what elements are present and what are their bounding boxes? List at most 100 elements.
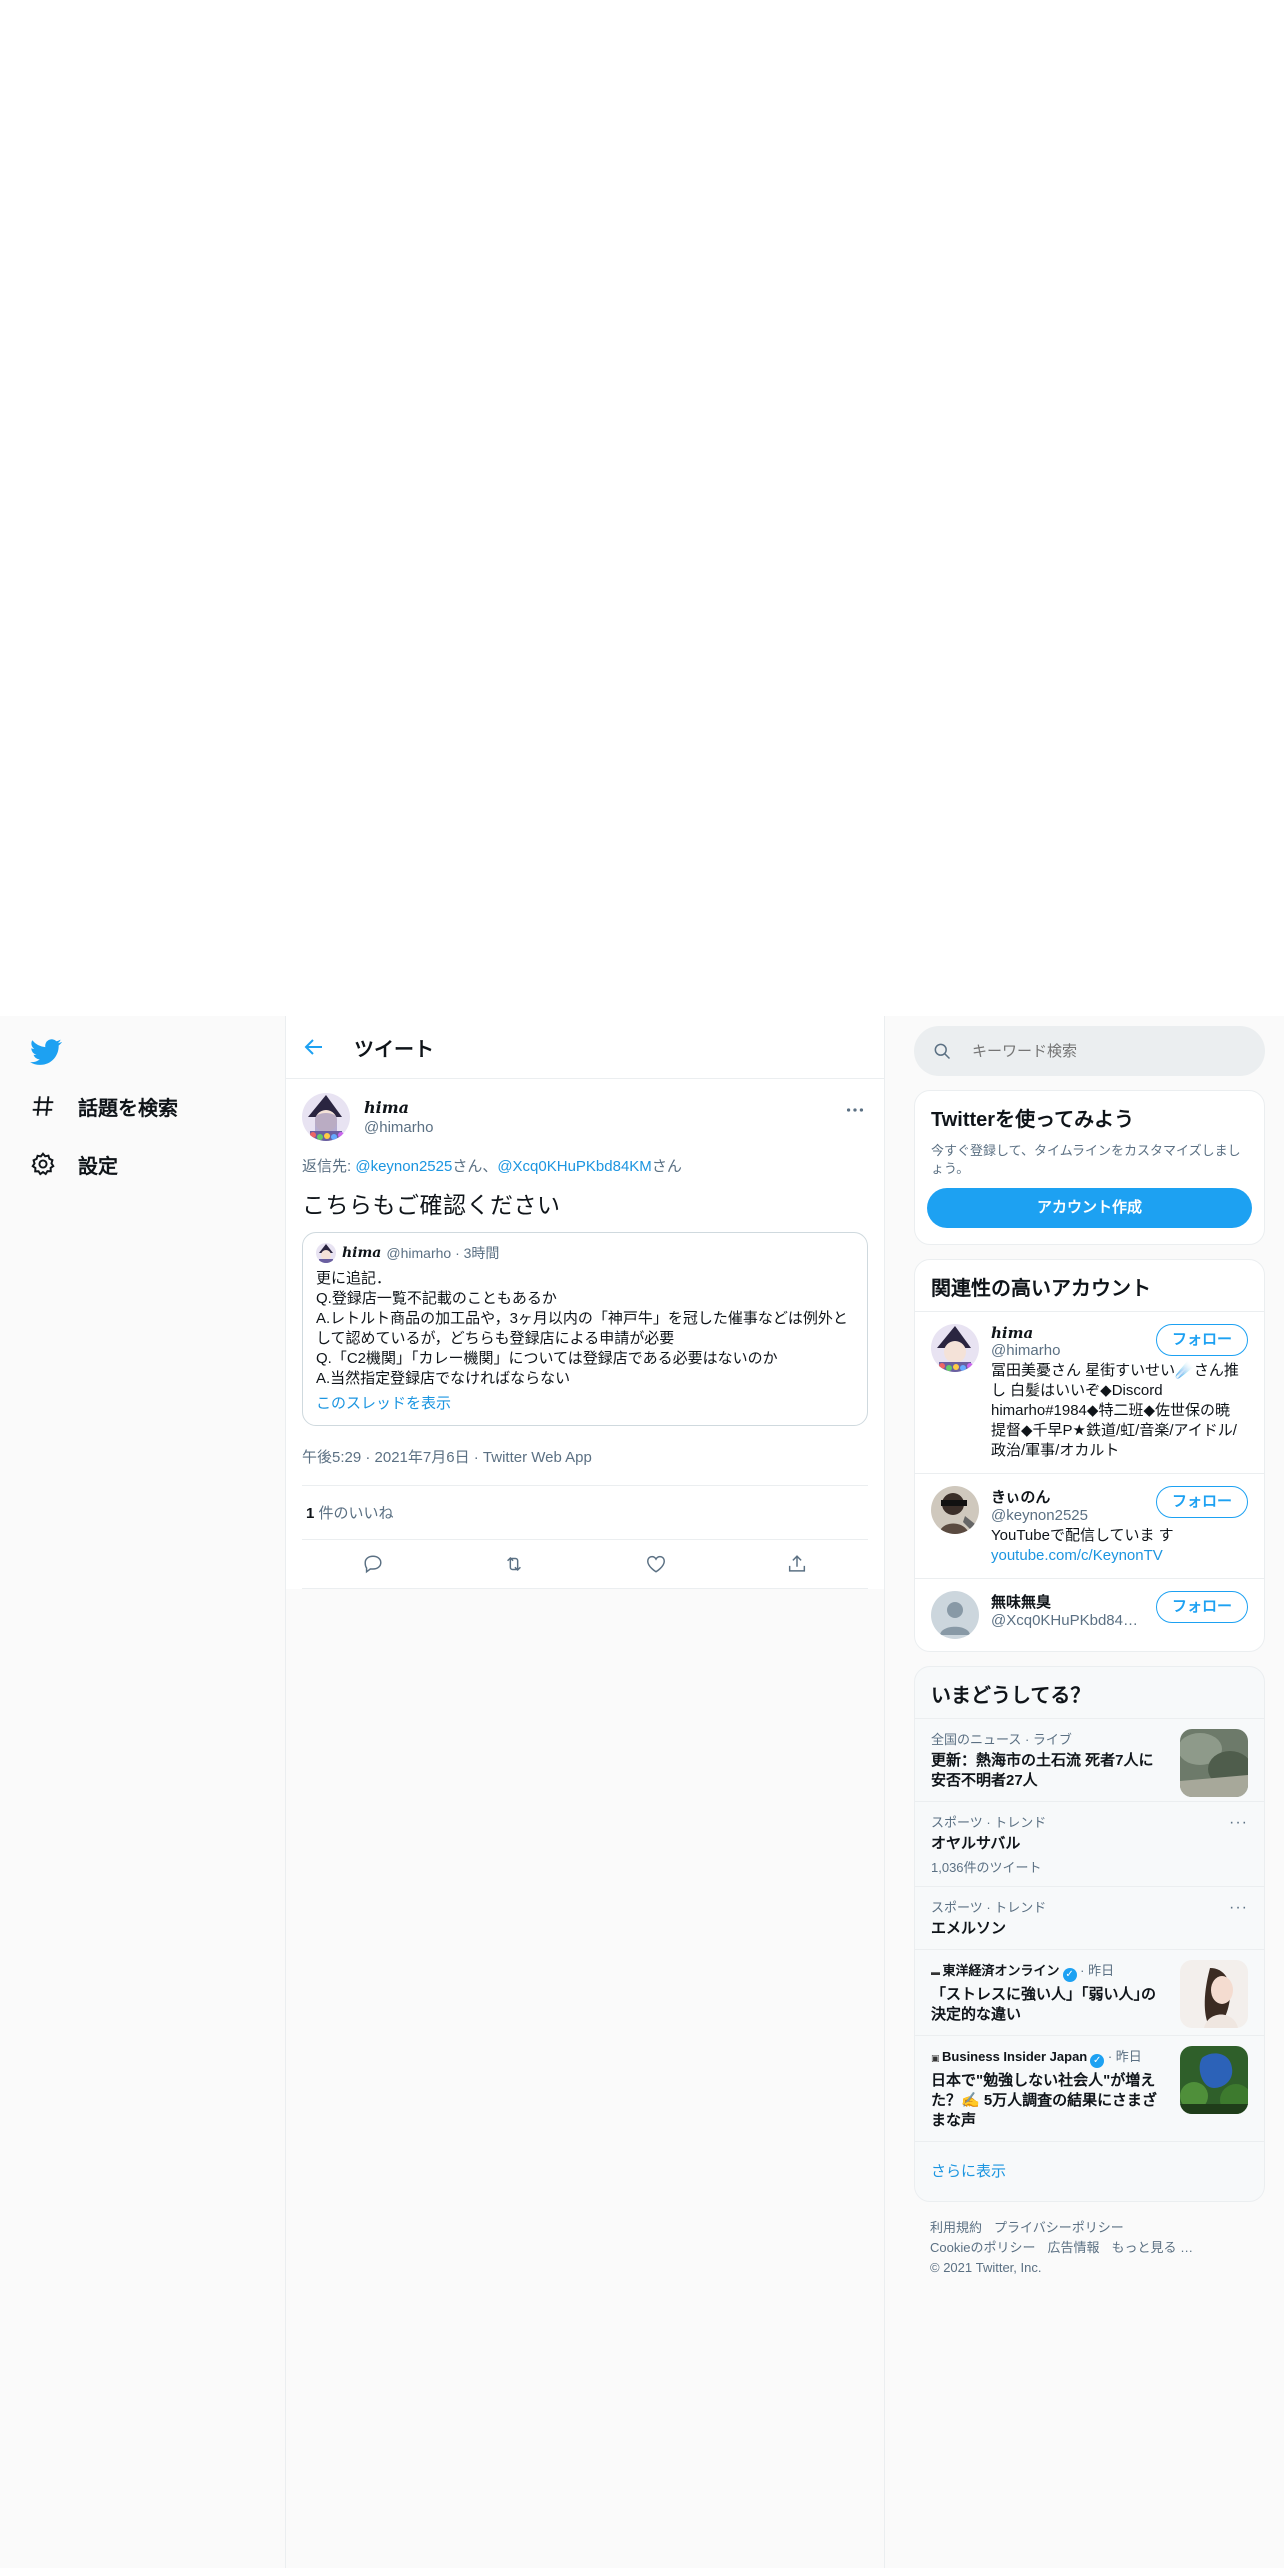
reply-user-link[interactable]: @keynon2525 xyxy=(355,1158,452,1175)
tweet-timestamp[interactable]: 午後5:29 · 2021年7月6日 · Twitter Web App xyxy=(302,1446,868,1486)
footer-terms-link[interactable]: 利用規約 xyxy=(930,2220,982,2235)
search-input[interactable] xyxy=(970,1041,1224,1061)
trend-item[interactable]: スポーツ · トレンド エメルソン ··· xyxy=(915,1886,1264,1949)
reply-user-link[interactable]: @Xcq0KHuPKbd84KM xyxy=(497,1158,651,1175)
follow-button[interactable]: フォロー xyxy=(1156,1324,1248,1356)
footer-copyright: © 2021 Twitter, Inc. xyxy=(930,2260,1042,2275)
create-account-button[interactable]: アカウント作成 xyxy=(927,1188,1252,1228)
trend-tweet-count: 1,036件のツイート xyxy=(931,1860,1042,1875)
nav-settings[interactable]: 設定 xyxy=(30,1142,118,1186)
account-handle[interactable]: @keynon2525 xyxy=(991,1507,1141,1524)
source-logo-icon: ▣ xyxy=(931,2053,943,2063)
more-options-icon[interactable] xyxy=(844,1099,866,1121)
nav-explore-label: 話題を検索 xyxy=(78,1097,178,1120)
reply-suffix: さん xyxy=(651,1158,682,1175)
avatar[interactable] xyxy=(931,1324,979,1372)
source-logo-icon: ▬ xyxy=(931,1967,943,1977)
signup-card: Twitterを使ってみよう 今すぐ登録して、タイムラインをカスタマイズしましょ… xyxy=(914,1090,1265,1245)
left-nav: 話題を検索 設定 xyxy=(0,1016,285,2568)
footer-ads-link[interactable]: 広告情報 xyxy=(1047,2240,1099,2255)
trend-source-name: 東洋経済オンライン xyxy=(942,1963,1060,1978)
hashtag-icon xyxy=(32,1096,54,1116)
verified-badge-icon: ✓ xyxy=(1062,1968,1077,1982)
trends-title: いまどうしてる？ xyxy=(931,1685,1091,1707)
trend-thumbnail xyxy=(1180,2046,1248,2114)
trend-category: スポーツ · トレンド xyxy=(931,1900,1047,1915)
account-item[interactable]: 無味無臭 @Xcq0KHuPKbd84KM フォロー xyxy=(915,1579,1264,1651)
reply-icon[interactable] xyxy=(362,1553,384,1575)
reply-prefix: 返信先: xyxy=(302,1158,356,1175)
retweet-icon[interactable] xyxy=(503,1553,525,1575)
likes-label: 件のいいね xyxy=(314,1505,394,1522)
footer-privacy-link[interactable]: プライバシーポリシー xyxy=(994,2220,1124,2235)
trend-item[interactable]: スポーツ · トレンド オヤルサバル 1,036件のツイート ··· xyxy=(915,1801,1264,1886)
author-handle[interactable]: @himarho xyxy=(364,1119,433,1136)
tweet: 𝒉𝒊𝒎𝒂 @himarho 返信先: @keynon2525さん、@Xcq0KH… xyxy=(286,1079,884,1589)
avatar[interactable] xyxy=(931,1486,979,1534)
quote-meta: @himarho · 3時間 xyxy=(386,1245,500,1261)
account-bio-link[interactable]: youtube.com/c/KeynonTV xyxy=(991,1547,1163,1564)
trend-thumbnail xyxy=(1180,1960,1248,2028)
quoted-tweet[interactable]: 𝒉𝒊𝒎𝒂 @himarho · 3時間 更に追記． Q.登録店一覧不記載のことも… xyxy=(302,1232,868,1426)
signup-title: Twitterを使ってみよう xyxy=(931,1109,1135,1131)
trend-item[interactable]: ▣ Business Insider Japan ✓ · 昨日 日本で"勉強しない… xyxy=(915,2035,1264,2141)
account-bio: YouTubeで配信していま す youtube.com/c/KeynonTV xyxy=(991,1526,1248,1566)
nav-settings-label: 設定 xyxy=(78,1155,118,1178)
more-options-icon[interactable]: ··· xyxy=(1229,1899,1248,1917)
show-more-link[interactable]: さらに表示 xyxy=(915,2141,1264,2201)
footer: 利用規約 プライバシーポリシー Cookieのポリシー 広告情報 もっと見る … © … xyxy=(914,2202,1265,2294)
account-item[interactable]: 𝒉𝒊𝒎𝒂 @himarho 冨田美憂さん 星街すいせい☄️さん推し 白髪はいいぞ… xyxy=(915,1312,1264,1474)
account-handle[interactable]: @himarho xyxy=(991,1342,1141,1359)
trend-time: · 昨日 xyxy=(1104,2049,1142,2064)
account-bio: 冨田美憂さん 星街すいせい☄️さん推し 白髪はいいぞ◆Discord himar… xyxy=(991,1362,1239,1459)
share-icon[interactable] xyxy=(786,1553,808,1575)
follow-button[interactable]: フォロー xyxy=(1156,1591,1248,1623)
trend-item[interactable]: 全国のニュース · ライブ 更新：熱海市の土石流 死者7人に 安否不明者27人 xyxy=(915,1718,1264,1801)
tweet-actions xyxy=(302,1540,868,1589)
search-box[interactable] xyxy=(914,1026,1265,1076)
trend-category: スポーツ · トレンド xyxy=(931,1815,1047,1830)
reply-suffix: さん、 xyxy=(452,1158,498,1175)
more-options-icon[interactable]: ··· xyxy=(1229,1814,1248,1832)
quote-line: して認めているが，どちらも登録店による申請が必要 xyxy=(316,1330,675,1347)
like-heart-icon[interactable] xyxy=(645,1553,667,1575)
trend-title: 更新：熱海市の土石流 死者7人に 安否不明者27人 xyxy=(931,1752,1154,1789)
trend-title: 日本で"勉強しない社会人"が増えた？✍️ 5万人調査の結果にさまざまな声 xyxy=(931,2072,1157,2129)
footer-more-link[interactable]: もっと見る … xyxy=(1111,2240,1193,2255)
author-display-name[interactable]: 𝒉𝒊𝒎𝒂 xyxy=(364,1098,433,1117)
quote-line: Q.登録店一覧不記載のこともあるか xyxy=(316,1290,557,1307)
avatar[interactable] xyxy=(302,1093,350,1141)
reply-to-line: 返信先: @keynon2525さん、@Xcq0KHuPKbd84KMさん xyxy=(302,1155,868,1176)
trend-source: ▣ Business Insider Japan ✓ · 昨日 xyxy=(931,2046,1164,2068)
trend-category: 全国のニュース · ライブ xyxy=(931,1732,1072,1747)
nav-explore[interactable]: 話題を検索 xyxy=(30,1084,178,1128)
show-more-label[interactable]: さらに表示 xyxy=(931,2163,1006,2180)
account-bio-text: YouTubeで配信していま す xyxy=(991,1527,1174,1544)
back-arrow-icon[interactable] xyxy=(302,1035,326,1059)
trend-source-name: Business Insider Japan xyxy=(942,2049,1088,2064)
signup-description: 今すぐ登録して、タイムラインをカスタマイズしましょう。 xyxy=(931,1143,1241,1176)
twitter-bird-icon[interactable] xyxy=(30,1036,62,1068)
trend-title: オヤルサバル xyxy=(931,1835,1021,1852)
right-sidebar: Twitterを使ってみよう 今すぐ登録して、タイムラインをカスタマイズしましょ… xyxy=(914,1016,1265,2294)
trend-item[interactable]: ▬ 東洋経済オンライン ✓ · 昨日 「ストレスに強い人」｢弱い人｣の決定的な違い xyxy=(915,1949,1264,2035)
quote-line: A.当然指定登録店でなければならない xyxy=(316,1370,571,1387)
show-thread-link[interactable]: このスレッドを表示 xyxy=(316,1392,854,1413)
account-item[interactable]: きぃのん @keynon2525 YouTubeで配信していま すyoutube… xyxy=(915,1474,1264,1579)
gear-icon xyxy=(31,1152,55,1176)
quote-avatar xyxy=(316,1243,336,1263)
trend-time: · 昨日 xyxy=(1076,1963,1115,1978)
trend-title: 「ストレスに強い人」｢弱い人｣の決定的な違い xyxy=(931,1986,1157,2023)
quote-line: 更に追記． xyxy=(316,1270,392,1287)
footer-cookie-link[interactable]: Cookieのポリシー xyxy=(930,2240,1035,2255)
default-avatar[interactable] xyxy=(931,1591,979,1639)
related-accounts-card: 関連性の高いアカウント 𝒉𝒊𝒎𝒂 @himarho 冨田美憂さん 星街すいせい☄… xyxy=(914,1259,1265,1652)
account-handle[interactable]: @Xcq0KHuPKbd84KM xyxy=(991,1612,1141,1629)
verified-badge-icon: ✓ xyxy=(1090,2054,1105,2068)
trends-card: いまどうしてる？ 全国のニュース · ライブ 更新：熱海市の土石流 死者7人に … xyxy=(914,1666,1265,2202)
follow-button[interactable]: フォロー xyxy=(1156,1486,1248,1518)
page-title: ツイート xyxy=(354,1038,434,1061)
likes-count[interactable]: 1 件のいいね xyxy=(302,1486,868,1540)
quote-display-name: 𝒉𝒊𝒎𝒂 xyxy=(342,1245,382,1261)
trend-thumbnail xyxy=(1180,1729,1248,1797)
